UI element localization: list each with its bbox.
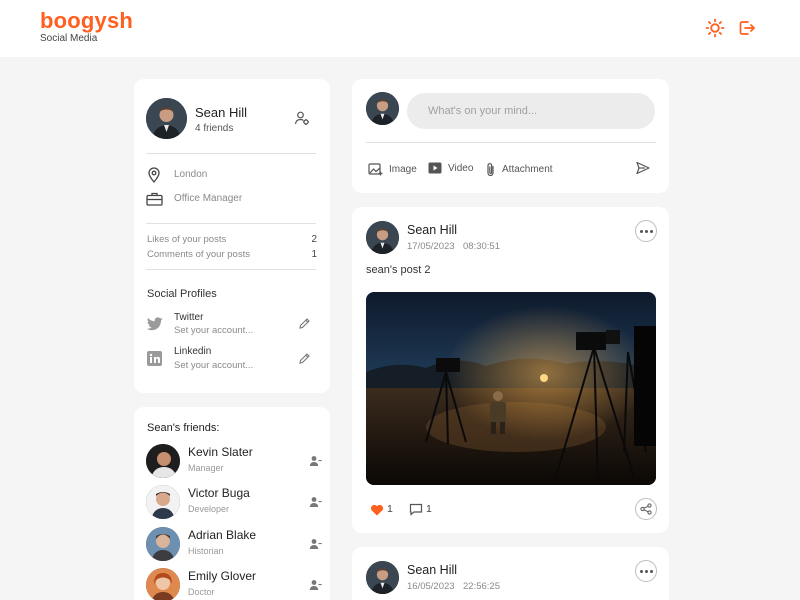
- friends-card: Sean's friends: Kevin Slater Manager Vic…: [134, 407, 330, 600]
- paperclip-icon: [487, 163, 494, 177]
- add-video-button[interactable]: Video: [428, 162, 473, 174]
- post-time: 08:30:51: [463, 241, 500, 252]
- social-profiles-title: Social Profiles: [147, 288, 217, 300]
- friend-avatar[interactable]: [146, 444, 180, 478]
- profile-name[interactable]: Sean Hill: [195, 105, 247, 120]
- post-author-name[interactable]: Sean Hill: [407, 223, 457, 237]
- like-icon[interactable]: [370, 503, 384, 521]
- linkedin-label: Linkedin: [174, 346, 212, 357]
- profile-location: London: [174, 169, 208, 180]
- video-icon: [428, 162, 442, 174]
- remove-friend-icon[interactable]: [309, 454, 322, 472]
- divider: [146, 223, 316, 224]
- remove-friend-icon[interactable]: [309, 537, 322, 555]
- location-icon: [147, 167, 161, 188]
- divider: [366, 142, 656, 143]
- friend-role: Historian: [188, 546, 224, 556]
- friend-name[interactable]: Emily Glover: [188, 569, 256, 583]
- send-icon[interactable]: [636, 161, 650, 180]
- edit-twitter-icon[interactable]: [298, 317, 311, 335]
- friend-name[interactable]: Adrian Blake: [188, 528, 256, 542]
- friends-title: Sean's friends:: [147, 422, 220, 434]
- linkedin-icon: [147, 351, 162, 371]
- post-image[interactable]: [366, 292, 656, 485]
- stat-likes-label: Likes of your posts: [147, 234, 227, 245]
- post-input[interactable]: [407, 93, 655, 129]
- post-options-button[interactable]: [635, 560, 657, 582]
- remove-friend-icon[interactable]: [309, 495, 322, 513]
- top-bar: boogysh Social Media: [0, 0, 800, 57]
- share-button[interactable]: [635, 498, 657, 520]
- post-author-avatar[interactable]: [366, 221, 399, 254]
- profile-friends-count: 4 friends: [195, 123, 234, 134]
- post-text: sean's post 2: [366, 264, 431, 276]
- remove-friend-icon[interactable]: [309, 578, 322, 596]
- post-author-name[interactable]: Sean Hill: [407, 563, 457, 577]
- twitter-label: Twitter: [174, 312, 204, 323]
- twitter-icon: [146, 317, 163, 336]
- friend-avatar[interactable]: [146, 568, 180, 600]
- add-image-button[interactable]: Image: [368, 162, 417, 176]
- friend-role: Doctor: [188, 587, 215, 597]
- app-tagline: Social Media: [40, 33, 98, 44]
- friend-avatar[interactable]: [146, 485, 180, 519]
- profile-card: Sean Hill 4 friends London Office Manage…: [134, 79, 330, 393]
- post-card: Sean Hill 16/05/2023 22:56:25: [352, 547, 669, 600]
- friend-item[interactable]: Adrian Blake Historian: [146, 527, 322, 563]
- friend-item[interactable]: Kevin Slater Manager: [146, 444, 322, 480]
- stat-likes-value: 2: [311, 234, 317, 245]
- profile-occupation: Office Manager: [174, 193, 243, 204]
- profile-avatar[interactable]: [146, 98, 187, 139]
- share-icon: [640, 503, 652, 515]
- add-attachment-button[interactable]: Attachment: [486, 162, 553, 177]
- logout-icon[interactable]: [737, 18, 757, 38]
- app-logo[interactable]: boogysh: [40, 8, 133, 34]
- friend-role: Manager: [188, 463, 224, 473]
- post-date: 16/05/2023: [407, 581, 455, 592]
- post-card: Sean Hill 17/05/2023 08:30:51 sean's pos…: [352, 207, 669, 533]
- friend-role: Developer: [188, 504, 230, 514]
- composer-avatar: [366, 92, 399, 125]
- add-video-label: Video: [448, 162, 474, 174]
- linkedin-account: Set your account...: [174, 360, 254, 371]
- comments-count: 1: [426, 503, 432, 515]
- friend-avatar[interactable]: [146, 527, 180, 561]
- sun-icon[interactable]: [705, 18, 725, 38]
- friend-item[interactable]: Emily Glover Doctor: [146, 568, 322, 600]
- friend-name[interactable]: Kevin Slater: [188, 445, 253, 459]
- post-author-avatar[interactable]: [366, 561, 399, 594]
- friend-name[interactable]: Victor Buga: [188, 486, 250, 500]
- add-attachment-label: Attachment: [502, 164, 553, 175]
- post-options-button[interactable]: [635, 220, 657, 242]
- composer-card: Image Video Attachment: [352, 79, 669, 193]
- briefcase-icon: [146, 192, 163, 211]
- stat-comments-label: Comments of your posts: [147, 249, 250, 260]
- image-add-icon: [368, 163, 383, 176]
- friend-item[interactable]: Victor Buga Developer: [146, 485, 322, 521]
- manage-user-icon[interactable]: [294, 110, 310, 131]
- divider: [146, 153, 316, 154]
- comment-icon[interactable]: [409, 503, 423, 521]
- edit-linkedin-icon[interactable]: [298, 352, 311, 370]
- stat-comments-value: 1: [311, 249, 317, 260]
- divider: [146, 269, 316, 270]
- likes-count: 1: [387, 503, 393, 515]
- post-date: 17/05/2023: [407, 241, 455, 252]
- add-image-label: Image: [389, 163, 417, 175]
- post-time: 22:56:25: [463, 581, 500, 592]
- twitter-account: Set your account...: [174, 325, 254, 336]
